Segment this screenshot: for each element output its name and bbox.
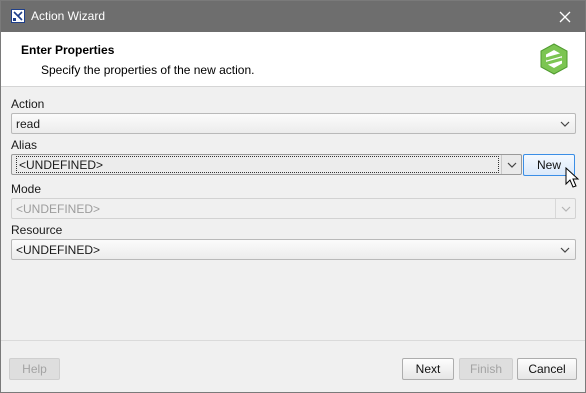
next-button[interactable]: Next (402, 358, 454, 380)
resource-label: Resource (11, 223, 63, 237)
page-title: Enter Properties (21, 43, 115, 57)
alias-combobox[interactable]: <UNDEFINED> (11, 154, 522, 175)
mouse-pointer-icon (565, 167, 580, 188)
alias-value: <UNDEFINED> (19, 157, 104, 172)
footer-separator (1, 340, 585, 341)
action-label: Action (11, 97, 45, 111)
action-combobox[interactable]: read (11, 113, 576, 134)
finish-button[interactable]: Finish (459, 358, 513, 380)
window-title: Action Wizard (31, 9, 106, 23)
resource-value: <UNDEFINED> (16, 242, 101, 257)
chevron-down-icon[interactable] (501, 155, 521, 174)
chevron-down-icon[interactable] (555, 240, 575, 259)
resource-combobox[interactable]: <UNDEFINED> (11, 239, 576, 260)
mode-combobox: <UNDEFINED> (11, 198, 576, 219)
wizard-app-icon (11, 9, 25, 23)
cancel-button[interactable]: Cancel (517, 358, 577, 380)
wizard-header: Enter Properties Specify the properties … (1, 32, 585, 87)
chevron-down-icon[interactable] (555, 114, 575, 133)
mode-value: <UNDEFINED> (16, 201, 101, 216)
title-bar: Action Wizard (1, 1, 585, 32)
mode-label: Mode (11, 182, 42, 196)
help-button[interactable]: Help (9, 358, 60, 380)
action-value: read (16, 116, 41, 131)
alias-label: Alias (11, 138, 38, 152)
alias-value-focus: <UNDEFINED> (16, 156, 499, 173)
chevron-down-icon (555, 199, 575, 218)
action-wizard-dialog: Action Wizard Enter Properties Specify t… (0, 0, 586, 393)
close-icon (559, 11, 571, 22)
green-cube-logo-icon (540, 43, 568, 75)
close-button[interactable] (545, 1, 585, 32)
page-subtitle: Specify the properties of the new action… (41, 63, 255, 77)
